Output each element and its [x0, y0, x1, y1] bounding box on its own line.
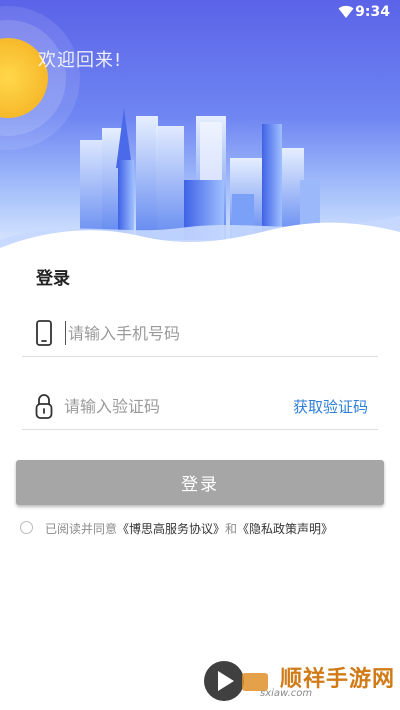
- code-field: 获取验证码: [22, 382, 378, 430]
- city-skyline-illustration: [0, 6, 400, 260]
- status-bar: 9:34: [0, 0, 400, 26]
- service-agreement-link[interactable]: 《博思高服务协议》: [117, 522, 225, 536]
- phone-icon: [36, 320, 52, 346]
- wifi-icon: [338, 5, 354, 18]
- header-banner: [0, 0, 400, 260]
- site-watermark: 顺祥手游网 sxiaw.com: [200, 655, 400, 710]
- code-input[interactable]: [64, 390, 284, 422]
- login-title: 登录: [36, 269, 70, 289]
- agreement-conjunction: 和: [225, 522, 238, 536]
- status-time: 9:34: [355, 4, 390, 20]
- privacy-policy-link[interactable]: 《隐私政策声明》: [237, 522, 333, 536]
- agreement-prefix: 已阅读并同意: [45, 522, 118, 536]
- get-code-button[interactable]: 获取验证码: [293, 396, 368, 417]
- welcome-text: 欢迎回来!: [38, 50, 123, 71]
- agreement-text: 已阅读并同意《博思高服务协议》和《隐私政策声明》: [45, 520, 333, 537]
- phone-field: [22, 309, 378, 357]
- phone-input[interactable]: [65, 321, 285, 345]
- agree-radio[interactable]: [20, 521, 33, 534]
- watermark-site: sxiaw.com: [260, 688, 313, 699]
- lock-icon: [35, 394, 53, 419]
- login-button[interactable]: 登录: [16, 460, 384, 505]
